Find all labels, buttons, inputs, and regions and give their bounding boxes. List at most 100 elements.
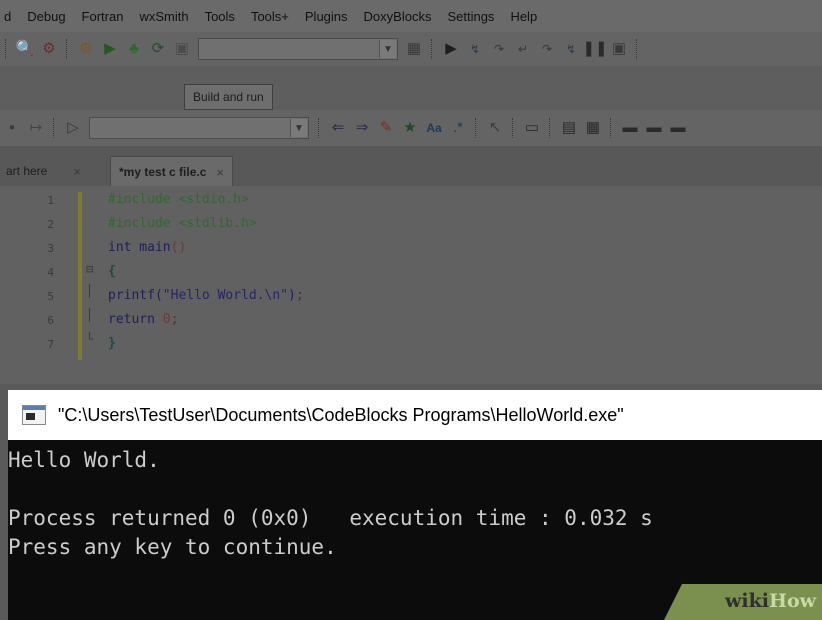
- font-icon[interactable]: Aa: [425, 119, 443, 137]
- code-token: ): [288, 288, 296, 303]
- console-line: Press any key to continue.: [8, 535, 337, 559]
- toolbar-separator: [512, 118, 515, 138]
- jump-forward-icon[interactable]: ↦: [27, 119, 45, 137]
- comment-icon[interactable]: ▭: [523, 119, 541, 137]
- console-line: Hello World.: [8, 448, 160, 472]
- menu-item[interactable]: d: [0, 9, 19, 24]
- fold-line: │: [86, 308, 94, 322]
- code-token: return: [108, 312, 163, 327]
- stop-icon[interactable]: ▣: [173, 40, 191, 58]
- close-icon[interactable]: ×: [216, 165, 224, 180]
- build-run-icon[interactable]: ♣: [125, 40, 143, 58]
- jump-back-icon[interactable]: ⇐: [329, 119, 347, 137]
- window-icon[interactable]: ▦: [584, 119, 602, 137]
- line-number: 2: [47, 218, 54, 231]
- tab-my-test-c-file[interactable]: *my test c file.c ×: [110, 156, 233, 187]
- menu-item[interactable]: Settings: [439, 9, 502, 24]
- menu-item[interactable]: Debug: [19, 9, 73, 24]
- stop-debug-icon[interactable]: ▣: [610, 40, 628, 58]
- menu-item[interactable]: wxSmith: [131, 9, 196, 24]
- line-number: 7: [47, 338, 54, 351]
- step-over-icon[interactable]: ↯: [466, 40, 484, 58]
- window-icon[interactable]: ▤: [560, 119, 578, 137]
- secondary-toolbar: ● ↦ ▷ ▼ ⇐ ⇒ ✎ ★ Aa .* ↖ ▭ ▤ ▦ ▬ ▬ ▬: [0, 110, 822, 146]
- code-line[interactable]: {: [108, 264, 116, 279]
- code-token: 0: [162, 312, 171, 327]
- code-token: ;: [295, 288, 304, 303]
- toolbar-separator: [53, 118, 56, 138]
- tab-start-here[interactable]: art here ×: [6, 156, 81, 186]
- code-line[interactable]: }: [108, 336, 116, 351]
- jump-back-icon[interactable]: ●: [3, 119, 21, 137]
- code-token: #include <stdlib.h>: [108, 216, 257, 231]
- wikihow-watermark: wikiHow: [664, 584, 822, 620]
- code-completion-combo[interactable]: ▼: [89, 117, 309, 139]
- menu-item[interactable]: Help: [502, 9, 545, 24]
- step-out-icon[interactable]: ↵: [514, 40, 532, 58]
- menu-bar: d Debug Fortran wxSmith Tools Tools+ Plugins Do…: [0, 0, 822, 32]
- chevron-down-icon[interactable]: ▼: [290, 119, 307, 137]
- toolbar-separator: [318, 118, 321, 138]
- watermark-wiki: wiki: [725, 590, 770, 612]
- line-number: 6: [47, 314, 54, 327]
- console-title-bar[interactable]: "C:\Users\TestUser\Documents\CodeBlocks …: [8, 390, 822, 440]
- toolbar-separator: [66, 39, 69, 59]
- code-line[interactable]: #include <stdlib.h>: [108, 216, 257, 231]
- code-token: "Hello World.\n": [162, 288, 289, 303]
- chevron-down-icon[interactable]: ▼: [379, 40, 396, 58]
- code-token: int main: [108, 240, 171, 255]
- gear-build-icon[interactable]: ⚙: [77, 40, 95, 58]
- build-run-tooltip: Build and run: [184, 84, 273, 110]
- window-icon[interactable]: ▬: [669, 119, 687, 137]
- code-line[interactable]: int main(): [108, 240, 186, 255]
- code-editor[interactable]: 1 2 3 4 5 6 7 ⊟ │ │ └ #include <stdio.h> #inclu…: [0, 186, 822, 384]
- code-token: {: [108, 264, 116, 279]
- toolbar-separator: [5, 39, 8, 59]
- editor-tab-bar: art here × *my test c file.c ×: [0, 146, 822, 187]
- window-icon[interactable]: ▬: [621, 119, 639, 137]
- build-target-combo[interactable]: ▼: [198, 38, 398, 60]
- code-line[interactable]: return 0;: [108, 312, 178, 327]
- menu-item[interactable]: DoxyBlocks: [356, 9, 440, 24]
- tab-label: *my test c file.c: [119, 165, 207, 179]
- line-number-gutter: 1 2 3 4 5 6 7: [0, 186, 72, 364]
- selection-icon[interactable]: ▷: [64, 119, 82, 137]
- selection-icon[interactable]: ↖: [486, 119, 504, 137]
- tab-label: art here: [6, 164, 48, 178]
- code-line[interactable]: printf("Hello World.\n");: [108, 288, 304, 303]
- code-token: #include <stdio.h>: [108, 192, 249, 207]
- match-icon[interactable]: ★: [401, 119, 419, 137]
- watermark-how: How: [769, 590, 816, 612]
- line-number: 3: [47, 242, 54, 255]
- menu-item[interactable]: Tools+: [243, 9, 297, 24]
- highlight-icon[interactable]: ✎: [377, 119, 395, 137]
- console-window-icon: [22, 405, 46, 425]
- close-icon[interactable]: ×: [73, 164, 81, 179]
- replace-icon[interactable]: ⚙: [40, 40, 58, 58]
- window-icon[interactable]: ▬: [645, 119, 663, 137]
- rebuild-icon[interactable]: ⟳: [149, 40, 167, 58]
- fold-minus-icon[interactable]: ⊟: [86, 262, 93, 276]
- jump-forward-icon[interactable]: ⇒: [353, 119, 371, 137]
- toolbar-separator: [431, 39, 434, 59]
- code-line[interactable]: #include <stdio.h>: [108, 192, 249, 207]
- code-token: (): [170, 240, 187, 255]
- run-icon[interactable]: ▶: [101, 40, 119, 58]
- console-line: Process returned 0 (0x0) execution time …: [8, 506, 653, 530]
- debug-run-icon[interactable]: ▶: [442, 40, 460, 58]
- break-icon[interactable]: ❚❚: [582, 40, 607, 58]
- build-target-icon[interactable]: ▦: [405, 40, 423, 58]
- line-number: 4: [47, 266, 54, 279]
- regex-icon[interactable]: .*: [449, 119, 467, 137]
- menu-item[interactable]: Fortran: [74, 9, 132, 24]
- menu-item[interactable]: Tools: [197, 9, 243, 24]
- step-into-icon[interactable]: ↷: [490, 40, 508, 58]
- search-icon[interactable]: 🔍: [16, 40, 35, 58]
- toolbar-separator: [636, 39, 639, 59]
- toolbar-separator: [475, 118, 478, 138]
- code-token: printf(: [108, 288, 163, 303]
- step-instruction-icon[interactable]: ↯: [562, 40, 580, 58]
- line-number: 1: [47, 194, 54, 207]
- menu-item[interactable]: Plugins: [297, 9, 356, 24]
- next-instruction-icon[interactable]: ↷: [538, 40, 556, 58]
